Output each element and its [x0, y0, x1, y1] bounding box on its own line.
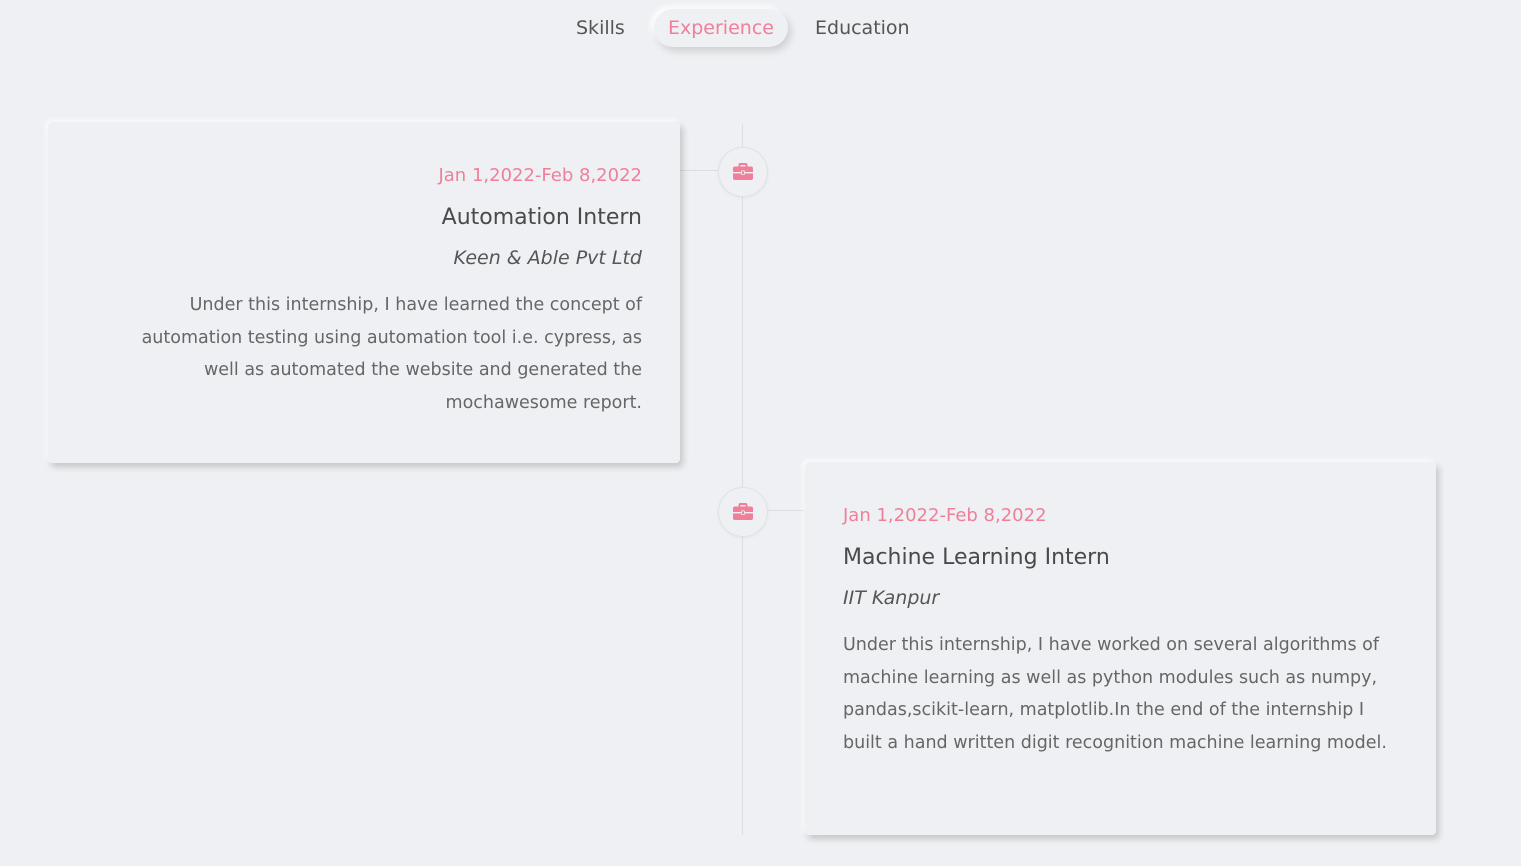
experience-card-automation: Jan 1,2022-Feb 8,2022 Automation Intern …: [48, 122, 680, 463]
timeline-connector: [767, 510, 805, 511]
briefcase-icon: [732, 163, 754, 181]
section-tabs: Skills Experience Education: [0, 4, 1521, 50]
timeline-connector: [680, 170, 720, 171]
experience-card-machine-learning: Jan 1,2022-Feb 8,2022 Machine Learning I…: [805, 462, 1436, 835]
timeline-node: [718, 487, 768, 537]
experience-date: Jan 1,2022-Feb 8,2022: [438, 165, 642, 186]
experience-title: Machine Learning Intern: [843, 545, 1110, 570]
briefcase-icon: [732, 503, 754, 521]
timeline-node: [718, 147, 768, 197]
experience-title: Automation Intern: [441, 205, 642, 230]
tab-skills[interactable]: Skills: [562, 9, 639, 47]
experience-description: Under this internship, I have learned th…: [141, 295, 642, 413]
experience-company: Keen & Able Pvt Ltd: [453, 247, 642, 269]
experience-date: Jan 1,2022-Feb 8,2022: [843, 505, 1047, 526]
tab-education[interactable]: Education: [801, 9, 924, 47]
timeline-line: [742, 124, 743, 835]
tab-experience[interactable]: Experience: [654, 9, 788, 47]
experience-company: IIT Kanpur: [843, 587, 940, 609]
experience-description: Under this internship, I have worked on …: [843, 635, 1387, 753]
